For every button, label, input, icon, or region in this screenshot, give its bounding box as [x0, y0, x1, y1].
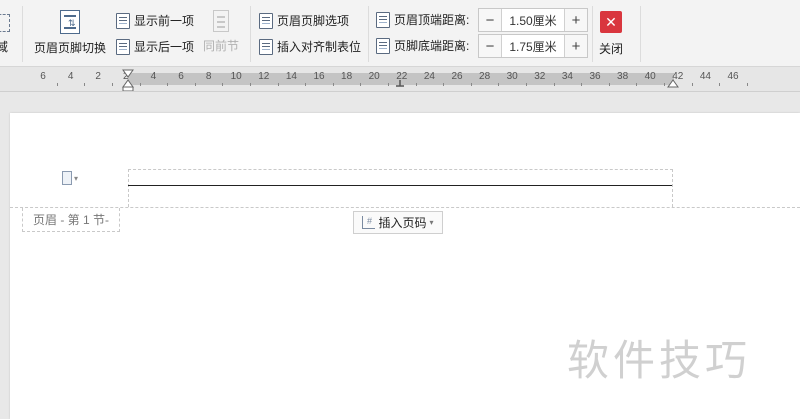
header-top-distance-stepper[interactable]: − 1.50厘米 +: [478, 8, 588, 32]
increase-button[interactable]: +: [565, 9, 587, 31]
decrease-button[interactable]: −: [479, 35, 501, 57]
header-footer-switch-icon: ⇅: [60, 10, 80, 34]
switch-label: 页眉页脚切换: [34, 41, 107, 55]
header-top-distance-label-group: 页眉顶端距离:: [376, 11, 469, 28]
decrease-button[interactable]: −: [479, 9, 501, 31]
field-label: 域: [0, 40, 8, 54]
footer-bottom-distance-label: 页脚底端距离:: [394, 39, 470, 53]
show-previous-label: 显示前一项: [134, 14, 195, 28]
footer-distance-icon: [376, 37, 390, 54]
right-indent-marker: [667, 79, 679, 88]
insert-page-number-label: 插入页码: [378, 216, 427, 230]
page-number-icon: #: [362, 216, 376, 229]
align-tab-icon: [259, 38, 273, 55]
insert-align-tab-button[interactable]: 插入对齐制表位: [259, 38, 361, 55]
first-line-indent-marker: [122, 69, 134, 78]
header-rule-line: [128, 185, 672, 186]
footer-bottom-distance-input[interactable]: 1.75厘米: [501, 35, 565, 57]
switch-header-footer-button[interactable]: ⇅ 页眉页脚切换: [34, 10, 106, 56]
options-icon: [259, 12, 273, 29]
close-icon: ✕: [600, 11, 622, 33]
increase-button[interactable]: +: [565, 35, 587, 57]
options-label: 页眉页脚选项: [277, 14, 350, 28]
show-next-button[interactable]: 显示后一项: [116, 38, 194, 55]
footer-bottom-distance-stepper[interactable]: − 1.75厘米 +: [478, 34, 588, 58]
show-next-icon: [116, 38, 130, 55]
header-top-distance-input[interactable]: 1.50厘米: [501, 9, 565, 31]
hanging-indent-marker: [122, 79, 134, 88]
close-header-footer-button[interactable]: ✕ 关闭: [599, 11, 623, 57]
header-distance-icon: [376, 11, 390, 28]
footer-bottom-distance-label-group: 页脚底端距离:: [376, 37, 469, 54]
same-as-previous-button[interactable]: 同前节: [203, 10, 239, 54]
insert-align-tab-label: 插入对齐制表位: [277, 40, 362, 54]
center-tab-marker: [396, 80, 404, 87]
paste-options-icon[interactable]: ▾: [62, 170, 78, 186]
left-indent-marker: [122, 86, 134, 91]
header-top-distance-label: 页眉顶端距离:: [394, 13, 470, 27]
watermark-text: 软件技巧: [567, 336, 752, 385]
show-next-label: 显示后一项: [134, 40, 195, 54]
header-boundary-line: [10, 207, 800, 208]
field-button[interactable]: 域: [0, 14, 10, 55]
insert-page-number-button[interactable]: # 插入页码 ▾: [353, 211, 443, 234]
same-as-previous-label: 同前节: [203, 39, 240, 53]
show-previous-button[interactable]: 显示前一项: [116, 12, 194, 29]
ribbon-toolbar: 域 ⇅ 页眉页脚切换 显示前一项 显示后一项 同前节 页眉页脚选项 插入对齐制表…: [0, 0, 800, 67]
chevron-down-icon: ▾: [429, 218, 434, 227]
field-icon: [0, 14, 10, 32]
same-as-previous-icon: [213, 10, 229, 32]
horizontal-ruler[interactable]: 6 4 2 2 4 6 8 10 12 14 16 18 20 22 24 26 28 30 32 34 36 38 40 4…: [0, 67, 800, 92]
ruler-markers: [122, 69, 679, 91]
show-previous-icon: [116, 12, 130, 29]
header-section-tag: 页眉 - 第 1 节-: [22, 208, 120, 232]
close-label: 关闭: [599, 42, 624, 56]
header-footer-options-button[interactable]: 页眉页脚选项: [259, 12, 349, 29]
header-editing-area[interactable]: [128, 169, 673, 207]
